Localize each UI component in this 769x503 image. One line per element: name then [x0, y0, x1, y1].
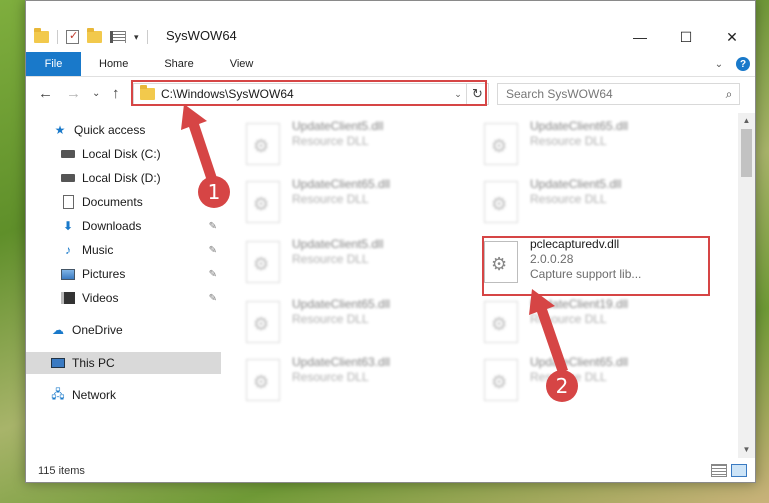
step-badge-2: 2: [546, 370, 578, 402]
step-badge-1: 1: [198, 176, 230, 208]
arrow-1-shape: [181, 104, 218, 184]
arrow-2-shape: [529, 289, 568, 373]
annotation-arrows: [181, 104, 568, 373]
